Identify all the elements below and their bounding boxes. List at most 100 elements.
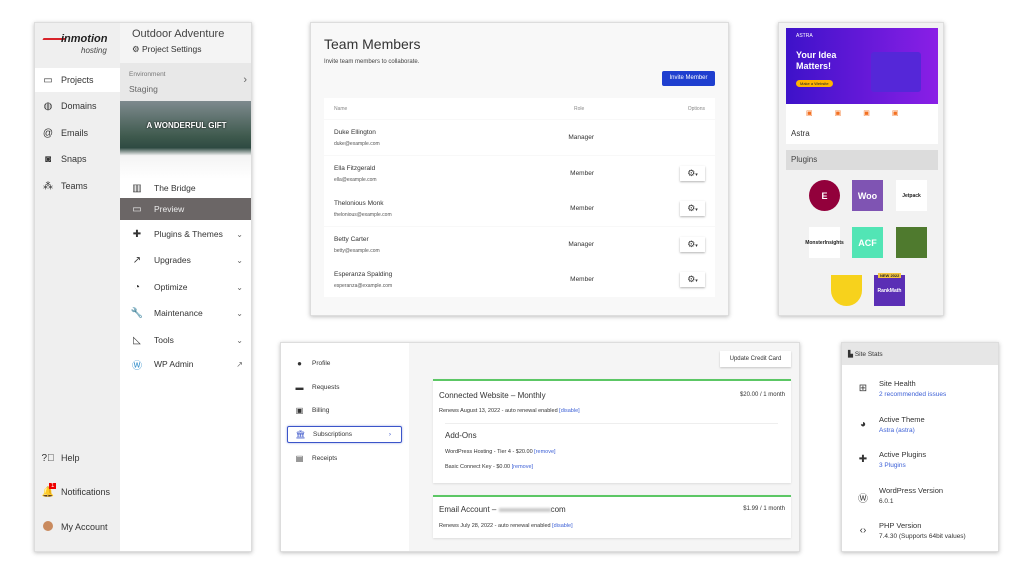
stat-item: ⊞ Site Health 2 recommended issues <box>842 377 998 411</box>
plugin-elementor-icon[interactable]: E <box>809 180 840 211</box>
project-item-upgrades[interactable]: ↗ Upgrades ⌄ <box>120 248 251 272</box>
project-item-the-bridge[interactable]: ▥ The Bridge <box>120 176 251 200</box>
chevron-down-icon: ⌄ <box>236 335 243 345</box>
plugin-jetpack-icon[interactable]: Jetpack <box>896 180 927 211</box>
member-role: Member <box>570 205 594 212</box>
gear-options-button[interactable]: ⚙▾ <box>680 236 705 252</box>
remove-link[interactable]: [remove] <box>534 449 555 455</box>
external-link-icon: ↗ <box>236 359 243 369</box>
member-email: esperanza@example.com <box>334 283 393 289</box>
disable-link[interactable]: [disable] <box>552 523 573 529</box>
project-title: Outdoor Adventure <box>132 28 225 40</box>
member-role: Manager <box>568 240 594 248</box>
puzzle-icon: ✚ <box>132 228 142 240</box>
nav-notifications[interactable]: 🔔 1 Notifications <box>35 480 120 504</box>
notification-badge: 1 <box>49 482 57 489</box>
globe-icon: ◍ <box>43 100 53 112</box>
main-nav: inmotion hosting ▭ Projects ◍ Domains @ Ema… <box>35 23 120 551</box>
nav-subscriptions[interactable]: 🏛 Subscriptions › <box>287 426 402 443</box>
nav-domains[interactable]: ◍ Domains <box>35 94 120 118</box>
nav-snaps[interactable]: ◙ Snaps <box>35 147 120 171</box>
project-item-tools[interactable]: ◺ Tools ⌄ <box>120 328 251 352</box>
nav-help[interactable]: ?⃝ Help <box>35 446 120 470</box>
chevron-down-icon: ⌄ <box>236 255 243 265</box>
chevron-right-icon: › <box>243 74 247 86</box>
chart-icon: ▥ <box>132 182 142 194</box>
stat-item: Ⓦ WordPress Version 6.0.1 <box>858 485 944 505</box>
plugin-monsterinsights-icon[interactable]: MonsterInsights <box>805 227 844 258</box>
environment-selector[interactable]: Environment Staging › <box>120 63 251 101</box>
subscription-card: Connected Website – Monthly $20.00 / 1 m… <box>433 379 791 483</box>
window-icon: ▭ <box>43 74 53 86</box>
inmotion-logo[interactable]: inmotion hosting <box>42 33 115 61</box>
project-settings-link[interactable]: ⚙ Project Settings <box>132 44 202 55</box>
bell-icon: 🔔 1 <box>41 482 57 498</box>
member-email: duke@example.com <box>334 141 380 147</box>
plugin-acf-icon[interactable]: ACF <box>852 227 883 258</box>
preview-headline: A WONDERFUL GIFT <box>146 121 227 130</box>
member-email: ella@example.com <box>334 176 377 183</box>
stat-value: 6.0.1 <box>879 497 894 505</box>
help-icon: ?⃝ <box>41 452 55 464</box>
stat-item: ✚ Active Plugins 3 Plugins <box>842 448 998 482</box>
table-row: Duke Ellington duke@example.com Manager <box>324 120 715 155</box>
theme-name: Astra <box>791 129 810 138</box>
project-item-maintenance[interactable]: 🔧 Maintenance ⌄ <box>120 301 251 325</box>
nav-emails[interactable]: @ Emails <box>35 121 120 145</box>
info-icon: ● <box>297 359 302 368</box>
money-icon: ▣ <box>295 406 304 415</box>
people-icon: ⁂ <box>43 180 53 192</box>
wordpress-icon: Ⓦ <box>858 493 868 505</box>
project-item-optimize[interactable]: ◔ Optimize ⌄ <box>120 275 251 299</box>
plugin-shield-icon[interactable] <box>831 275 862 306</box>
nav-profile[interactable]: ● Profile <box>287 355 402 372</box>
avatar <box>43 520 53 531</box>
ruler-icon: ◺ <box>133 334 141 346</box>
stat-value: 7.4.30 (Supports 64bit values) <box>879 533 966 540</box>
project-item-preview[interactable]: ▭ Preview <box>120 198 251 220</box>
project-item-plugins-themes[interactable]: ✚ Plugins & Themes ⌄ <box>120 222 251 246</box>
billing-panel: ● Profile ▬ Requests ▣ Billing 🏛 Subscriptio… <box>280 342 800 552</box>
nav-projects[interactable]: ▭ Projects <box>35 68 120 92</box>
plugin-rankmath-icon[interactable]: RankMath NEW 2022 <box>874 273 905 306</box>
member-role: Member <box>570 276 594 283</box>
member-name: Duke Ellington <box>334 129 376 136</box>
table-row: Ella Fitzgerald ella@example.com Member ⚙▾ <box>324 155 715 191</box>
nav-requests[interactable]: ▬ Requests <box>287 379 402 396</box>
plugin-woocommerce-icon[interactable]: Woo <box>852 180 883 211</box>
update-credit-card-button[interactable]: Update Credit Card <box>720 351 791 367</box>
receipt-icon: ▤ <box>295 454 304 463</box>
nav-my-account[interactable]: My Account <box>35 515 120 539</box>
camera-icon: ◙ <box>44 153 52 165</box>
astra-theme-preview[interactable]: ASTRA Your Idea Matters! Make a Website <box>786 28 938 104</box>
gauge-icon: ◔ <box>133 281 141 293</box>
project-item-wp-admin[interactable]: Ⓦ WP Admin ↗ <box>120 352 251 376</box>
gear-options-button[interactable]: ⚙▾ <box>680 201 705 216</box>
chevron-down-icon: ⌄ <box>236 229 243 239</box>
stat-value[interactable]: Astra (astra) <box>879 427 915 434</box>
chevron-right-icon: › <box>388 431 391 438</box>
nav-billing[interactable]: ▣ Billing <box>287 402 402 419</box>
stat-value[interactable]: 3 Plugins <box>879 462 906 469</box>
feature-icons: ▣▣▣▣ <box>806 110 921 117</box>
site-preview-thumbnail[interactable]: A WONDERFUL GIFT <box>120 101 251 179</box>
gear-options-button[interactable]: ⚙▾ <box>680 272 705 287</box>
chevron-down-icon: ⌄ <box>236 308 243 318</box>
trend-icon: ↗ <box>132 254 142 266</box>
nav-receipts[interactable]: ▤ Receipts <box>287 450 402 467</box>
theme-plugins-panel: ASTRA Your Idea Matters! Make a Website … <box>778 22 944 316</box>
remove-link[interactable]: [remove] <box>512 464 533 470</box>
plugin-flowers-icon[interactable] <box>896 227 927 258</box>
nav-teams[interactable]: ⁂ Teams <box>35 174 120 198</box>
bank-icon: 🏛 <box>295 430 306 439</box>
subscription-card: Email Account – com $1.99 / 1 month Rene… <box>433 495 791 538</box>
stat-value[interactable]: 2 recommended issues <box>879 391 946 398</box>
disable-link[interactable]: [disable] <box>559 408 580 414</box>
team-members-panel: Team Members Invite team members to coll… <box>310 22 729 316</box>
table-row: Esperanza Spalding esperanza@example.com M… <box>324 262 715 297</box>
palette-icon: ◕ <box>859 418 867 430</box>
invite-member-button[interactable]: Invite Member <box>662 71 715 86</box>
gear-options-button[interactable]: ⚙▾ <box>680 165 705 181</box>
plugins-header: Plugins <box>786 150 938 170</box>
member-name: Betty Carter <box>334 235 369 243</box>
